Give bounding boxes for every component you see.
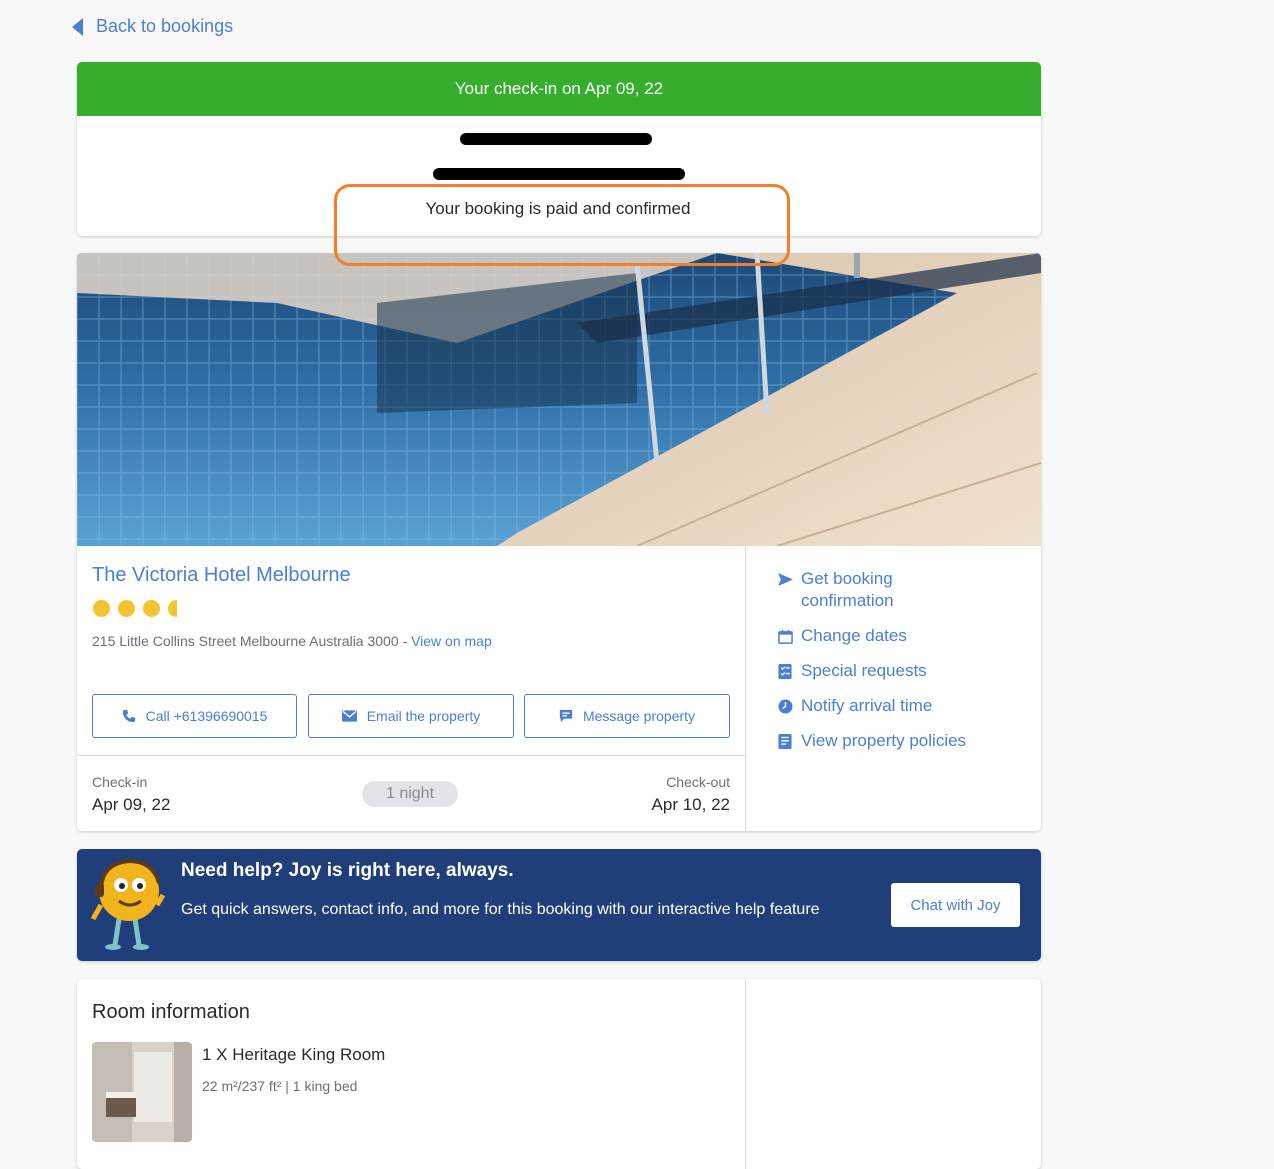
redacted-booking-id: [460, 133, 652, 145]
hotel-address: 215 Little Collins Street Melbourne Aust…: [92, 633, 492, 649]
email-button-label: Email the property: [366, 708, 481, 724]
hotel-details: The Victoria Hotel Melbourne 215 Little …: [77, 546, 746, 831]
star-icon: [118, 600, 135, 617]
calendar-icon: [777, 625, 793, 647]
hotel-name-link[interactable]: The Victoria Hotel Melbourne: [92, 564, 351, 587]
chat-with-joy-button[interactable]: Chat with Joy: [891, 883, 1020, 927]
help-banner: Need help? Joy is right here, always. Ge…: [77, 849, 1041, 961]
change-dates-link[interactable]: Change dates: [777, 625, 1027, 647]
special-requests-label: Special requests: [801, 661, 927, 680]
phone-icon: [122, 709, 135, 723]
view-property-policies-link[interactable]: View property policies: [777, 730, 1027, 752]
redacted-reference: [433, 168, 685, 180]
checkout-label: Check-out: [666, 774, 730, 790]
checklist-icon: [777, 660, 793, 682]
call-button-label: Call +61396690015: [145, 708, 268, 724]
help-description: Get quick answers, contact info, and mor…: [181, 901, 820, 918]
send-arrow-icon: [777, 568, 793, 590]
half-star-icon: [168, 600, 177, 617]
envelope-icon: [341, 710, 357, 722]
get-confirmation-label: Get booking confirmation: [801, 569, 894, 610]
room-section-title: Room information: [92, 1001, 250, 1023]
room-details: 22 m²/237 ft² | 1 king bed: [202, 1078, 358, 1094]
booking-status-card: Your check-in on Apr 09, 22 Your booking…: [77, 62, 1041, 236]
star-icon: [93, 600, 110, 617]
notify-arrival-label: Notify arrival time: [801, 696, 933, 715]
checkin-label: Check-in: [92, 774, 148, 790]
address-text: 215 Little Collins Street Melbourne Aust…: [92, 633, 412, 649]
room-card-divider: [745, 979, 746, 1169]
clock-icon: [777, 695, 793, 717]
star-rating: [93, 600, 177, 617]
nights-badge: 1 night: [362, 781, 458, 807]
confirmation-status-text: Your booking is paid and confirmed: [425, 199, 691, 218]
email-property-button[interactable]: Email the property: [308, 694, 514, 738]
document-icon: [777, 730, 793, 752]
change-dates-label: Change dates: [801, 626, 907, 645]
hotel-pool-photo: [77, 253, 1041, 546]
back-to-bookings-link[interactable]: Back to bookings: [72, 16, 233, 37]
call-property-button[interactable]: Call +61396690015: [92, 694, 297, 738]
chat-bubble-icon: [559, 709, 573, 723]
room-information-card: Room information 1 X Heritage King Room …: [77, 979, 1041, 1169]
checkout-date: Apr 10, 22: [651, 795, 730, 814]
checkin-banner: Your check-in on Apr 09, 22: [77, 62, 1041, 116]
room-thumbnail[interactable]: [92, 1042, 192, 1142]
stay-dates: Check-in Apr 09, 22 1 night Check-out Ap…: [77, 755, 745, 831]
room-name: 1 X Heritage King Room: [202, 1045, 386, 1064]
message-property-button[interactable]: Message property: [524, 694, 730, 738]
star-icon: [143, 600, 160, 617]
notify-arrival-time-link[interactable]: Notify arrival time: [777, 695, 1027, 717]
message-button-label: Message property: [582, 708, 696, 724]
checkin-date: Apr 09, 22: [92, 795, 171, 814]
back-arrow-icon: [72, 17, 83, 36]
get-booking-confirmation-link[interactable]: Get booking confirmation: [777, 568, 1027, 612]
joy-mascot-icon: [91, 858, 166, 950]
back-label: Back to bookings: [96, 16, 234, 36]
view-policies-label: View property policies: [801, 731, 967, 750]
special-requests-link[interactable]: Special requests: [777, 660, 1027, 682]
help-title: Need help? Joy is right here, always.: [181, 860, 514, 881]
view-on-map-link[interactable]: View on map: [411, 633, 492, 649]
booking-actions: Get booking confirmation Change dates Sp…: [777, 568, 1027, 765]
